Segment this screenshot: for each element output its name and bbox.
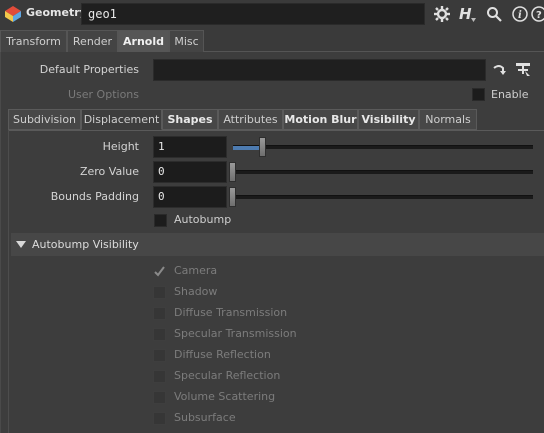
visibility-item-specular-transmission[interactable]: Specular Transmission xyxy=(153,327,353,343)
visibility-item-label: Diffuse Reflection xyxy=(174,348,271,361)
visibility-checkbox[interactable] xyxy=(153,328,166,341)
visibility-item-diffuse-reflection[interactable]: Diffuse Reflection xyxy=(153,348,353,364)
user-options-label: User Options xyxy=(67,88,139,101)
node-type-label: Geometry xyxy=(26,6,87,19)
height-input[interactable]: 1 xyxy=(153,136,227,158)
svg-text:i: i xyxy=(518,10,522,21)
height-slider-track[interactable] xyxy=(233,145,533,150)
subtab-divider xyxy=(8,130,544,131)
info-icon[interactable]: i xyxy=(509,4,531,24)
tab-subdivision[interactable]: Subdivision xyxy=(8,109,81,130)
visibility-item-camera[interactable]: Camera xyxy=(153,264,353,280)
autobump-checkbox[interactable] xyxy=(154,214,167,227)
zero-value-input[interactable]: 0 xyxy=(153,161,227,183)
visibility-item-specular-reflection[interactable]: Specular Reflection xyxy=(153,369,353,385)
visibility-item-label: Volume Scattering xyxy=(174,390,276,403)
visibility-checkbox[interactable] xyxy=(153,370,166,383)
visibility-item-volume-scattering[interactable]: Volume Scattering xyxy=(153,390,353,406)
bounds-padding-slider-handle[interactable] xyxy=(229,187,236,207)
visibility-item-label: Specular Reflection xyxy=(174,369,281,382)
node-name-input[interactable]: geo1 xyxy=(81,3,425,25)
question-icon[interactable]: ? xyxy=(530,4,544,24)
height-label: Height xyxy=(102,140,139,153)
gear-icon[interactable] xyxy=(431,4,453,24)
tab-transform[interactable]: Transform xyxy=(0,30,67,52)
visibility-item-diffuse-transmission[interactable]: Diffuse Transmission xyxy=(153,306,353,322)
tab-attributes[interactable]: Attributes xyxy=(218,109,283,130)
top-tab-bar: Transform Render Arnold Misc xyxy=(0,30,544,52)
visibility-item-label: Subsurface xyxy=(174,411,236,424)
tab-visibility[interactable]: Visibility xyxy=(358,109,419,130)
tab-motion-blur[interactable]: Motion Blur xyxy=(283,109,358,130)
node-name-value: geo1 xyxy=(88,7,117,21)
search-icon[interactable] xyxy=(483,4,505,24)
tab-render[interactable]: Render xyxy=(67,30,118,52)
zero-value-label: Zero Value xyxy=(79,165,139,178)
visibility-item-label: Camera xyxy=(174,264,218,277)
default-properties-field[interactable] xyxy=(153,59,486,81)
visibility-item-label: Diffuse Transmission xyxy=(174,306,288,319)
svg-text:?: ? xyxy=(536,10,542,21)
tab-arnold[interactable]: Arnold xyxy=(118,30,169,52)
tab-displacement[interactable]: Displacement xyxy=(81,109,162,130)
checkmark-icon xyxy=(154,266,165,277)
enable-label: Enable xyxy=(491,88,529,101)
visibility-item-subsurface[interactable]: Subsurface xyxy=(153,411,353,427)
user-options-enable-checkbox[interactable] xyxy=(472,88,485,101)
visibility-checkbox[interactable] xyxy=(153,412,166,425)
bounds-padding-input[interactable]: 0 xyxy=(153,186,227,208)
revert-arrow-icon[interactable] xyxy=(491,62,507,78)
select-path-icon[interactable] xyxy=(514,60,532,78)
bounds-padding-slider-track[interactable] xyxy=(233,195,533,199)
visibility-checkbox[interactable] xyxy=(153,349,166,362)
collapse-triangle-icon xyxy=(16,241,26,248)
height-slider-handle[interactable] xyxy=(259,137,266,157)
visibility-item-label: Shadow xyxy=(174,285,218,298)
autobump-label: Autobump xyxy=(174,213,232,226)
geometry-node-icon xyxy=(5,6,21,22)
zero-value-slider-track[interactable] xyxy=(233,170,533,174)
visibility-checkbox[interactable] xyxy=(153,391,166,404)
visibility-checkbox[interactable] xyxy=(153,286,166,299)
default-properties-label: Default Properties xyxy=(39,63,139,76)
tab-shapes[interactable]: Shapes xyxy=(162,109,218,130)
svg-text:H: H xyxy=(459,5,472,23)
tab-normals[interactable]: Normals xyxy=(419,109,477,130)
title-bar: Geometry geo1 H i ? xyxy=(0,0,544,29)
houdini-help-icon[interactable]: H xyxy=(456,4,478,24)
visibility-checkbox[interactable] xyxy=(153,307,166,320)
autobump-visibility-header[interactable]: Autobump Visibility xyxy=(11,233,544,256)
visibility-checkbox[interactable] xyxy=(153,265,166,278)
autobump-visibility-title: Autobump Visibility xyxy=(32,238,139,251)
content-left-border xyxy=(8,130,9,433)
visibility-item-shadow[interactable]: Shadow xyxy=(153,285,353,301)
tab-misc[interactable]: Misc xyxy=(169,30,204,52)
bounds-padding-label: Bounds Padding xyxy=(50,190,139,203)
visibility-item-label: Specular Transmission xyxy=(174,327,297,340)
zero-value-slider-handle[interactable] xyxy=(229,162,236,182)
